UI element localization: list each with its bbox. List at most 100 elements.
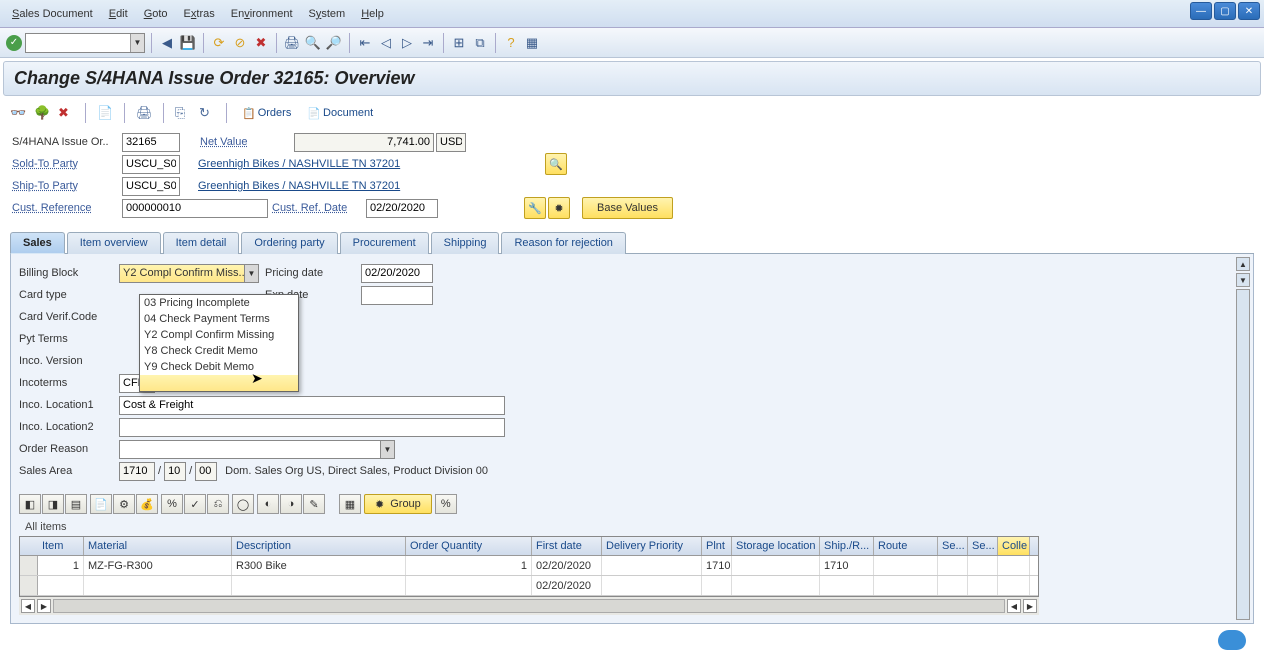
cell-qty[interactable]: 1 — [406, 556, 532, 575]
cell-route[interactable] — [874, 556, 938, 575]
panel-scrollbar[interactable] — [1236, 289, 1250, 620]
tab-item-overview[interactable]: Item overview — [67, 232, 161, 254]
back-icon[interactable]: ◀ — [158, 34, 176, 52]
cell-qty[interactable] — [406, 576, 532, 595]
ph-button[interactable]: ▦ — [339, 494, 361, 514]
cell-priority[interactable] — [602, 576, 702, 595]
deselect-all-button[interactable]: ◨ — [42, 494, 64, 514]
cell-se2[interactable] — [968, 576, 998, 595]
exit-icon[interactable]: ⟳ — [210, 34, 228, 52]
sold-to-desc[interactable]: Greenhigh Bikes / NASHVILLE TN 37201 — [198, 158, 400, 170]
print-preview-icon[interactable]: 🖨 — [136, 105, 152, 121]
tab-ordering-party[interactable]: Ordering party — [241, 232, 337, 254]
table-row[interactable]: 1 MZ-FG-R300 R300 Bike 1 02/20/2020 1710… — [20, 556, 1038, 576]
th-ship[interactable]: Ship./R... — [820, 537, 874, 555]
th-storage[interactable]: Storage location — [732, 537, 820, 555]
pg-button[interactable]: ✎ — [303, 494, 325, 514]
tab-procurement[interactable]: Procurement — [340, 232, 429, 254]
pricing-date-field[interactable] — [361, 264, 433, 283]
dropdown-option[interactable]: 04 Check Payment Terms — [140, 311, 298, 327]
dropdown-option[interactable]: Y2 Compl Confirm Missing — [140, 327, 298, 343]
th-se1[interactable]: Se... — [938, 537, 968, 555]
minimize-button[interactable]: — — [1190, 2, 1212, 20]
tab-shipping[interactable]: Shipping — [431, 232, 500, 254]
group-button[interactable]: ✹ Group — [364, 494, 432, 514]
cell-description[interactable]: R300 Bike — [232, 556, 406, 575]
copy-icon[interactable]: ⎘ — [175, 105, 191, 121]
menu-sales-document[interactable]: Sales Document — [4, 4, 101, 24]
row-handle[interactable] — [20, 576, 38, 595]
next-page-icon[interactable]: ▷ — [398, 34, 416, 52]
cell-plnt[interactable]: 1710 — [702, 556, 732, 575]
select-all-button[interactable]: ◧ — [19, 494, 41, 514]
tab-sales[interactable]: Sales — [10, 232, 65, 254]
cell-material[interactable] — [84, 576, 232, 595]
dropdown-option[interactable]: 03 Pricing Incomplete — [140, 295, 298, 311]
cell-se1[interactable] — [938, 556, 968, 575]
item-details-button[interactable]: ▤ — [65, 494, 87, 514]
base-values-button[interactable]: Base Values — [582, 197, 673, 219]
pc-button[interactable]: ⎌ — [207, 494, 229, 514]
cust-ref-field[interactable] — [122, 199, 268, 218]
cancel2-icon[interactable]: ✖ — [252, 34, 270, 52]
maximize-button[interactable]: ▢ — [1214, 2, 1236, 20]
command-field[interactable]: ▼ — [25, 33, 145, 53]
display-icon[interactable]: 👓 — [10, 105, 26, 121]
order-reason-dropdown[interactable]: ▼ — [119, 440, 395, 459]
cell-ship[interactable]: 1710 — [820, 556, 874, 575]
menu-edit[interactable]: Edit — [101, 4, 136, 24]
pe-button[interactable]: ◐ — [257, 494, 279, 514]
hscroll-track[interactable] — [53, 599, 1005, 613]
refresh-icon[interactable]: ↻ — [199, 105, 215, 121]
find-icon[interactable]: 🔍 — [304, 34, 322, 52]
ship-to-field[interactable] — [122, 177, 180, 196]
table-row[interactable]: 02/20/2020 — [20, 576, 1038, 596]
costing-button[interactable]: 💰 — [136, 494, 158, 514]
ship-to-desc[interactable]: Greenhigh Bikes / NASHVILLE TN 37201 — [198, 180, 400, 192]
save-icon[interactable]: 💾 — [179, 34, 197, 52]
cell-colle[interactable] — [998, 576, 1030, 595]
propose-button[interactable]: ✹ — [548, 197, 570, 219]
print-icon[interactable]: 🖨 — [283, 34, 301, 52]
menu-goto[interactable]: Goto — [136, 4, 176, 24]
cell-ship[interactable] — [820, 576, 874, 595]
header-icon[interactable]: 📄 — [97, 105, 113, 121]
pi-button[interactable]: % — [435, 494, 457, 514]
hscroll-right[interactable]: ▶ — [1023, 599, 1037, 613]
row-handle[interactable] — [20, 556, 38, 575]
th-material[interactable]: Material — [84, 537, 232, 555]
display-doc-button[interactable]: 📄 — [90, 494, 112, 514]
hscroll-left2[interactable]: ▶ — [37, 599, 51, 613]
cell-se1[interactable] — [938, 576, 968, 595]
th-first-date[interactable]: First date — [532, 537, 602, 555]
th-se2[interactable]: Se... — [968, 537, 998, 555]
panel-scroll-up[interactable]: ▲ — [1236, 257, 1250, 271]
th-order-qty[interactable]: Order Quantity — [406, 537, 532, 555]
layout-icon[interactable]: ▦ — [523, 34, 541, 52]
pd-button[interactable]: ◯ — [232, 494, 254, 514]
cell-colle[interactable] — [998, 556, 1030, 575]
th-route[interactable]: Route — [874, 537, 938, 555]
help-icon[interactable]: ? — [502, 34, 520, 52]
menu-system[interactable]: System — [301, 4, 354, 24]
th-description[interactable]: Description — [232, 537, 406, 555]
orders-button[interactable]: 📋Orders — [238, 105, 295, 122]
cell-description[interactable] — [232, 576, 406, 595]
menu-help[interactable]: Help — [353, 4, 392, 24]
cell-se2[interactable] — [968, 556, 998, 575]
document-button[interactable]: 📄Document — [303, 105, 377, 122]
pf-button[interactable]: ◑ — [280, 494, 302, 514]
menu-extras[interactable]: Extras — [176, 4, 223, 24]
cancel-icon[interactable]: ⊘ — [231, 34, 249, 52]
dropdown-option-empty[interactable] — [140, 375, 298, 391]
cust-ref-date-field[interactable] — [366, 199, 438, 218]
hscroll-right2[interactable]: ◀ — [1007, 599, 1021, 613]
new-session-icon[interactable]: ⊞ — [450, 34, 468, 52]
last-page-icon[interactable]: ⇥ — [419, 34, 437, 52]
cell-storage[interactable] — [732, 556, 820, 575]
th-item[interactable]: Item — [38, 537, 84, 555]
config-button[interactable]: 🔧 — [524, 197, 546, 219]
tab-item-detail[interactable]: Item detail — [163, 232, 240, 254]
config-item-button[interactable]: ⚙ — [113, 494, 135, 514]
hscroll-left[interactable]: ◀ — [21, 599, 35, 613]
